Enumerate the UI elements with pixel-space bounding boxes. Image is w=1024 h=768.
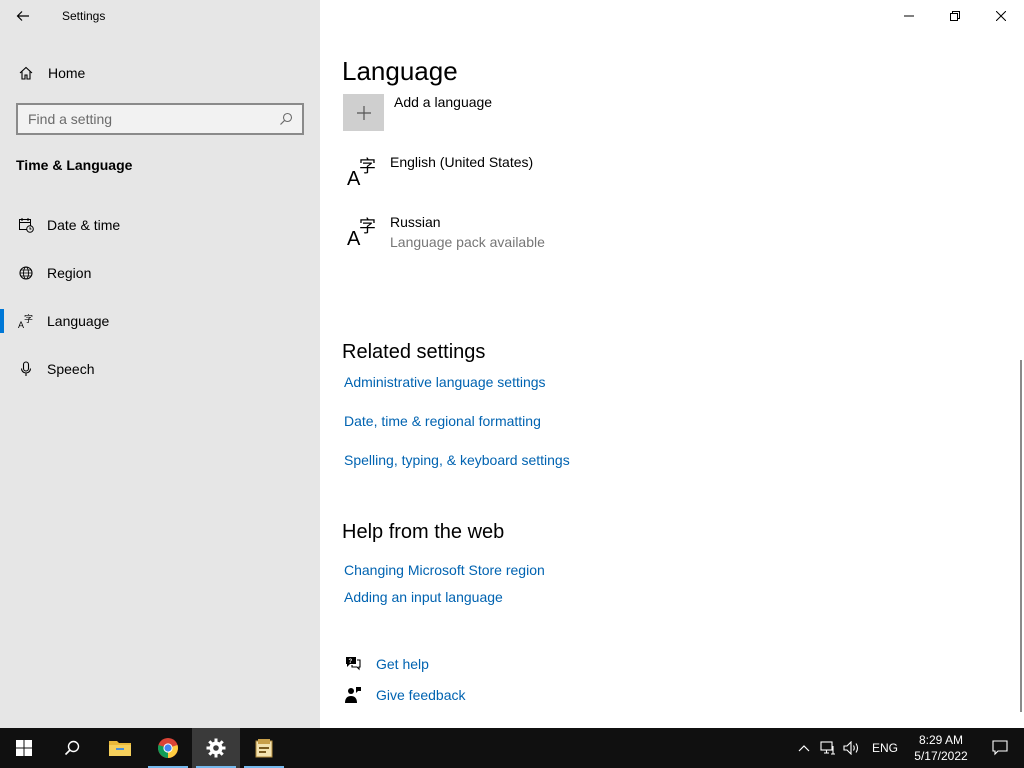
search-icon: [64, 740, 80, 756]
give-feedback-label: Give feedback: [376, 687, 466, 703]
sidebar-item-speech[interactable]: Speech: [0, 345, 320, 393]
regional-formatting-link[interactable]: Date, time & regional formatting: [344, 413, 541, 429]
taskbar-chrome[interactable]: [144, 728, 192, 768]
speaker-icon: [843, 741, 859, 755]
sidebar-item-label: Region: [47, 265, 92, 281]
scrollbar[interactable]: [1020, 360, 1022, 712]
globe-icon: [16, 265, 36, 281]
main-content: Language Add a language A 字 English (Uni…: [320, 0, 1024, 728]
windows-logo-icon: [16, 740, 32, 756]
language-item-russian[interactable]: A 字 Russian Language pack available: [346, 214, 545, 250]
feedback-icon: [344, 686, 362, 704]
search-box[interactable]: [16, 103, 304, 135]
sidebar-item-home[interactable]: Home: [0, 56, 320, 90]
sidebar-item-label: Speech: [47, 361, 95, 377]
network-button[interactable]: [816, 728, 840, 768]
chrome-icon: [158, 738, 178, 758]
back-arrow-icon: [16, 11, 29, 21]
back-button[interactable]: [0, 0, 46, 32]
sidebar-item-label: Date & time: [47, 217, 121, 233]
svg-text:字: 字: [24, 313, 33, 325]
taskbar-app[interactable]: [240, 728, 288, 768]
section-title: Time & Language: [16, 157, 133, 173]
sidebar-item-label: Language: [47, 313, 110, 329]
clock-time: 8:29 AM: [918, 733, 964, 747]
sidebar-nav: Date & time Region A 字 Language Speech: [0, 201, 320, 393]
app-icon: [255, 739, 273, 758]
show-hidden-icons-button[interactable]: [792, 728, 816, 768]
search-icon[interactable]: [274, 112, 298, 126]
taskbar-file-explorer[interactable]: [96, 728, 144, 768]
svg-text:字: 字: [359, 217, 376, 237]
language-status: Language pack available: [390, 234, 545, 250]
clock[interactable]: 8:29 AM 5/17/2022: [906, 732, 976, 764]
language-name: Russian: [390, 214, 441, 230]
language-icon: A 字: [346, 154, 378, 190]
home-icon: [16, 65, 36, 81]
input-language-indicator[interactable]: ENG: [864, 741, 906, 755]
notification-icon: [992, 740, 1008, 756]
clock-date: 5/17/2022: [914, 749, 968, 763]
chat-help-icon: ?: [344, 655, 362, 673]
add-language-button[interactable]: Add a language: [343, 94, 492, 131]
network-icon: [820, 741, 835, 755]
taskbar: ENG 8:29 AM 5/17/2022: [0, 728, 1024, 768]
taskbar-search-button[interactable]: [48, 728, 96, 768]
microphone-icon: [16, 361, 36, 377]
get-help-label: Get help: [376, 656, 429, 672]
sidebar-item-language[interactable]: A 字 Language: [0, 297, 320, 345]
get-help-link[interactable]: ? Get help: [344, 655, 429, 673]
sidebar-item-date-time[interactable]: Date & time: [0, 201, 320, 249]
action-center-button[interactable]: [976, 728, 1024, 768]
page-title: Language: [342, 56, 458, 86]
give-feedback-link[interactable]: Give feedback: [344, 686, 466, 704]
start-button[interactable]: [0, 728, 48, 768]
chevron-up-icon: [798, 745, 810, 752]
language-icon: A 字: [16, 313, 36, 329]
taskbar-settings[interactable]: [192, 728, 240, 768]
svg-text:字: 字: [359, 157, 376, 177]
app-title: Settings: [62, 9, 106, 23]
language-item-english[interactable]: A 字 English (United States): [346, 154, 534, 190]
svg-text:?: ?: [349, 659, 353, 665]
admin-language-settings-link[interactable]: Administrative language settings: [344, 374, 546, 390]
home-label: Home: [48, 65, 86, 81]
volume-button[interactable]: [840, 728, 864, 768]
add-language-label: Add a language: [394, 94, 493, 110]
plus-icon: [343, 94, 384, 131]
language-name: English (United States): [390, 154, 534, 170]
search-input[interactable]: [18, 111, 274, 127]
related-settings-title: Related settings: [342, 341, 486, 363]
settings-icon: [206, 738, 226, 758]
sidebar: Settings Home Time & Language: [0, 0, 320, 728]
help-from-web-title: Help from the web: [342, 521, 505, 543]
language-icon: A 字: [346, 214, 378, 250]
store-region-link[interactable]: Changing Microsoft Store region: [344, 562, 545, 578]
sidebar-item-region[interactable]: Region: [0, 249, 320, 297]
title-bar: Settings: [0, 0, 320, 32]
input-language-link[interactable]: Adding an input language: [344, 589, 503, 605]
file-explorer-icon: [109, 741, 131, 756]
spelling-typing-keyboard-link[interactable]: Spelling, typing, & keyboard settings: [344, 452, 570, 468]
system-tray: ENG 8:29 AM 5/17/2022: [792, 728, 1024, 768]
calendar-clock-icon: [16, 217, 36, 233]
